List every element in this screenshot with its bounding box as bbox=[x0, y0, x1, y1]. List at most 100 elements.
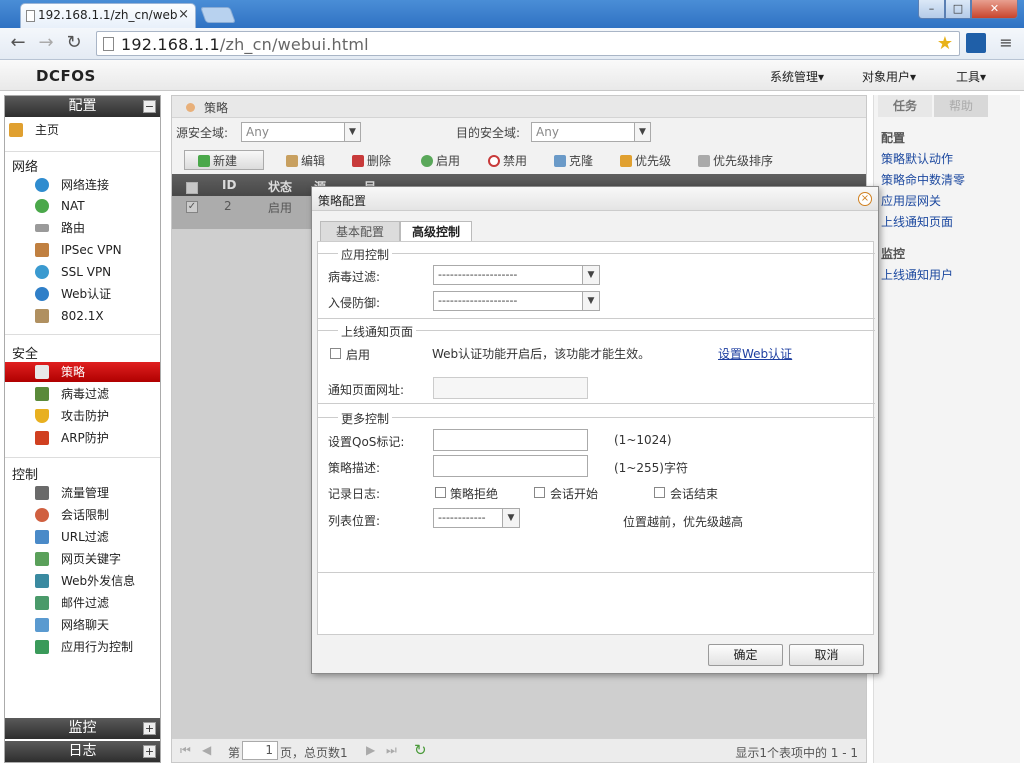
router-icon bbox=[35, 224, 49, 232]
sidebar-item-app-behavior[interactable]: 应用行为控制 bbox=[5, 637, 160, 657]
breadcrumb: 策略 bbox=[172, 96, 866, 118]
expand-icon[interactable]: + bbox=[143, 722, 156, 735]
menu-system-management[interactable]: 系统管理▾ bbox=[770, 68, 824, 85]
tab-help[interactable]: 帮助 bbox=[934, 95, 988, 117]
close-icon[interactable]: × bbox=[858, 192, 872, 206]
sidebar-item-im-chat[interactable]: 网络聊天 bbox=[5, 615, 160, 635]
page-icon bbox=[26, 10, 35, 22]
forward-icon[interactable]: → bbox=[34, 32, 58, 54]
log-session-start-checkbox[interactable] bbox=[534, 487, 545, 498]
sidebar-item-url-filter[interactable]: URL过滤 bbox=[5, 527, 160, 547]
log-session-end-label: 会话结束 bbox=[670, 487, 719, 501]
sidebar-item-traffic[interactable]: 流量管理 bbox=[5, 483, 160, 503]
dst-zone-select[interactable]: Any ▼ bbox=[531, 122, 651, 142]
tab-advanced-control[interactable]: 高级控制 bbox=[400, 221, 472, 242]
src-zone-label: 源安全域: bbox=[176, 126, 229, 140]
tab-basic-config[interactable]: 基本配置 bbox=[320, 221, 400, 242]
sidebar-item-ssl-vpn[interactable]: SSL VPN bbox=[5, 262, 160, 282]
collapse-icon[interactable]: − bbox=[143, 100, 156, 113]
dialog-titlebar[interactable]: 策略配置 × bbox=[312, 187, 878, 211]
qos-input[interactable] bbox=[433, 429, 588, 451]
reload-icon[interactable]: ↻ bbox=[62, 32, 86, 54]
virus-filter-select[interactable]: -------------------- ▼ bbox=[433, 265, 600, 285]
enable-notify-checkbox[interactable] bbox=[330, 348, 341, 359]
sidebar-item-web-auth[interactable]: Web认证 bbox=[5, 284, 160, 304]
sidebar-item-nat[interactable]: NAT bbox=[5, 196, 160, 216]
sidebar-item-web-outbound[interactable]: Web外发信息 bbox=[5, 571, 160, 591]
window-maximize-button[interactable]: □ bbox=[945, 0, 971, 19]
sidebar-item-home[interactable]: 主页 bbox=[5, 120, 160, 140]
new-tab-button[interactable] bbox=[200, 7, 236, 23]
web-auth-icon bbox=[35, 287, 49, 301]
link-alg[interactable]: 应用层网关 bbox=[881, 192, 941, 209]
back-icon[interactable]: ← bbox=[6, 32, 30, 54]
sidebar-item-label: 会话限制 bbox=[61, 508, 110, 522]
sidebar-config-header[interactable]: 配置 − bbox=[5, 96, 160, 117]
sidebar-item-attack-defense[interactable]: 攻击防护 bbox=[5, 406, 160, 426]
chevron-down-icon: ▼ bbox=[582, 292, 599, 310]
sidebar-item-session-limit[interactable]: 会话限制 bbox=[5, 505, 160, 525]
sidebar-item-label: NAT bbox=[61, 199, 85, 213]
sidebar-item-virus-filter[interactable]: 病毒过滤 bbox=[5, 384, 160, 404]
disable-action[interactable]: 禁用 bbox=[488, 152, 527, 169]
address-bar[interactable]: 192.168.1.1/zh_cn/webui.html ★ bbox=[96, 31, 960, 56]
link-policy-default-action[interactable]: 策略默认动作 bbox=[881, 150, 953, 167]
ips-select[interactable]: -------------------- ▼ bbox=[433, 291, 600, 311]
window-close-button[interactable]: ✕ bbox=[971, 0, 1018, 19]
notify-url-input[interactable] bbox=[433, 377, 588, 399]
tab-task[interactable]: 任务 bbox=[878, 95, 932, 117]
priority-sort-action[interactable]: 优先级排序 bbox=[698, 152, 773, 169]
menu-object-users[interactable]: 对象用户▾ bbox=[862, 68, 916, 85]
link-clear-hit-count[interactable]: 策略命中数清零 bbox=[881, 171, 965, 188]
menu-icon[interactable]: ≡ bbox=[996, 32, 1016, 54]
expand-icon[interactable]: + bbox=[143, 745, 156, 758]
desc-hint: (1~255)字符 bbox=[614, 461, 688, 475]
sidebar-item-8021x[interactable]: 802.1X bbox=[5, 306, 160, 326]
priority-action[interactable]: 优先级 bbox=[620, 152, 671, 169]
forbid-icon bbox=[488, 155, 500, 167]
browser-tab[interactable]: 192.168.1.1/zh_cn/webu × bbox=[20, 3, 196, 28]
sidebar-monitor-header[interactable]: 监控 + bbox=[5, 718, 160, 739]
position-hint: 位置越前，优先级越高 bbox=[623, 515, 744, 529]
new-action[interactable]: 新建 bbox=[198, 152, 237, 169]
first-page-icon[interactable]: ⏮ bbox=[180, 743, 191, 758]
delete-action[interactable]: 删除 bbox=[352, 152, 391, 169]
set-web-auth-link[interactable]: 设置Web认证 bbox=[718, 345, 792, 362]
cancel-button[interactable]: 取消 bbox=[789, 644, 864, 666]
page-number-input[interactable]: 1 bbox=[242, 741, 278, 760]
desc-input[interactable] bbox=[433, 455, 588, 477]
prev-page-icon[interactable]: ◀ bbox=[202, 743, 211, 757]
link-online-notify-users[interactable]: 上线通知用户 bbox=[881, 266, 953, 283]
last-page-icon[interactable]: ⏭ bbox=[386, 743, 397, 758]
sidebar-item-label: Web认证 bbox=[61, 287, 112, 301]
src-zone-select[interactable]: Any ▼ bbox=[241, 122, 361, 142]
sidebar-item-arp-defense[interactable]: ARP防护 bbox=[5, 428, 160, 448]
ips-value: -------------------- bbox=[438, 294, 518, 307]
sidebar-item-route[interactable]: 路由 bbox=[5, 218, 160, 238]
clone-action[interactable]: 克隆 bbox=[554, 152, 593, 169]
tab-close-icon[interactable]: × bbox=[178, 7, 189, 22]
enable-action[interactable]: 启用 bbox=[421, 152, 460, 169]
window-minimize-button[interactable]: – bbox=[918, 0, 945, 19]
chevron-down-icon: ▼ bbox=[344, 123, 360, 141]
edit-action[interactable]: 编辑 bbox=[286, 152, 325, 169]
sidebar-log-header[interactable]: 日志 + bbox=[5, 741, 160, 762]
bookmark-star-icon[interactable]: ★ bbox=[937, 33, 953, 54]
sidebar-item-label: 802.1X bbox=[61, 309, 104, 323]
log-session-end-checkbox[interactable] bbox=[654, 487, 665, 498]
sidebar-item-network-connection[interactable]: 网络连接 bbox=[5, 175, 160, 195]
refresh-icon[interactable]: ↻ bbox=[414, 741, 427, 759]
extension-icon[interactable] bbox=[966, 33, 986, 53]
next-page-icon[interactable]: ▶ bbox=[366, 743, 375, 757]
sidebar-item-mail-filter[interactable]: 邮件过滤 bbox=[5, 593, 160, 613]
log-deny-checkbox[interactable] bbox=[435, 487, 446, 498]
menu-tools[interactable]: 工具▾ bbox=[956, 68, 986, 85]
sidebar-item-web-keyword[interactable]: 网页关键字 bbox=[5, 549, 160, 569]
sidebar-item-ipsec-vpn[interactable]: IPSec VPN bbox=[5, 240, 160, 260]
link-online-notify-page[interactable]: 上线通知页面 bbox=[881, 213, 953, 230]
ok-button[interactable]: 确定 bbox=[708, 644, 783, 666]
sidebar-item-policy[interactable]: 策略 bbox=[5, 362, 160, 382]
dst-zone-value: Any bbox=[536, 125, 559, 139]
position-select[interactable]: ------------ ▼ bbox=[433, 508, 520, 528]
qos-hint: (1~1024) bbox=[614, 433, 672, 447]
